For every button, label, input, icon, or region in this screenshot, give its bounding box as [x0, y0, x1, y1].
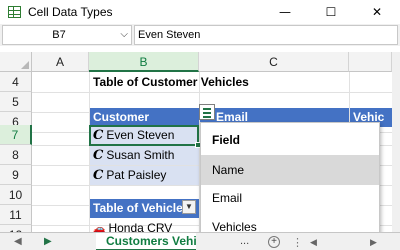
- column-header-d[interactable]: [349, 52, 392, 72]
- chevron-down-icon[interactable]: ⌵: [120, 29, 128, 40]
- tab-splitter-icon[interactable]: ⋮: [292, 236, 303, 249]
- column-header-b[interactable]: B: [89, 52, 199, 72]
- maximize-button[interactable]: ☐: [308, 0, 354, 24]
- sheet-tab-bar: ◀ ▶ Customers Vehicles ... + ⋮ ◀ ▶: [0, 232, 400, 250]
- close-icon: ✕: [371, 5, 383, 19]
- name-box[interactable]: B7 ⌵: [2, 25, 132, 45]
- row-header-9[interactable]: 9: [0, 165, 32, 185]
- formula-bar: B7 ⌵ Even Steven: [0, 24, 400, 46]
- spreadsheet-icon: [8, 6, 21, 18]
- dropdown-header: Field: [212, 133, 241, 147]
- more-sheets-button[interactable]: ...: [240, 235, 249, 247]
- window-title: Cell Data Types: [28, 5, 113, 19]
- minimize-icon: —: [279, 5, 291, 19]
- column-header-a[interactable]: A: [32, 52, 89, 72]
- row-header-8[interactable]: 8: [0, 145, 32, 165]
- title-bar: Cell Data Types — ☐ ✕: [0, 0, 400, 24]
- tab-scroll-right-icon[interactable]: ▶: [44, 236, 52, 247]
- linked-data-type-icon: C: [93, 168, 104, 183]
- dropdown-item-name[interactable]: Name: [201, 155, 379, 185]
- sheet-tab-customers-vehicles[interactable]: Customers Vehicles: [96, 233, 196, 250]
- row-header-10[interactable]: 10: [0, 185, 32, 205]
- insert-field-dropdown: Field Name Email Vehicles: [200, 122, 380, 242]
- select-all-corner[interactable]: [0, 52, 32, 72]
- row-header-11[interactable]: 11: [0, 205, 32, 225]
- name-box-value: B7: [52, 29, 66, 41]
- minimize-button[interactable]: —: [262, 0, 308, 24]
- cell-b9[interactable]: C Pat Paisley: [90, 166, 199, 185]
- row-header-4[interactable]: 4: [0, 72, 32, 92]
- row-header-7[interactable]: 7: [0, 125, 32, 145]
- add-sheet-icon[interactable]: +: [268, 236, 280, 248]
- row-header-12[interactable]: 12: [0, 225, 32, 232]
- cell-b8[interactable]: C Susan Smith: [90, 146, 199, 165]
- insert-data-button[interactable]: [199, 104, 215, 120]
- cell-b4[interactable]: Table of Customer Vehicles: [90, 73, 380, 92]
- filter-dropdown-icon[interactable]: ▼: [182, 200, 196, 214]
- tab-scroll-left-icon[interactable]: ◀: [14, 236, 22, 247]
- formula-input[interactable]: Even Steven: [134, 25, 398, 45]
- hscroll-right-icon[interactable]: ▶: [370, 237, 377, 248]
- cell-b9-value: Pat Paisley: [106, 168, 167, 182]
- dropdown-item-email[interactable]: Email: [201, 183, 379, 213]
- gridline: [32, 92, 392, 93]
- active-cell-border: [89, 125, 199, 146]
- close-button[interactable]: ✕: [354, 0, 400, 24]
- cell-b8-value: Susan Smith: [106, 148, 175, 162]
- row-header-5[interactable]: 5: [0, 92, 32, 112]
- insert-data-icon: [203, 108, 211, 110]
- maximize-icon: ☐: [325, 5, 337, 19]
- linked-data-type-icon: C: [93, 148, 104, 163]
- vertical-scrollbar[interactable]: [392, 52, 400, 232]
- hscroll-left-icon[interactable]: ◀: [310, 237, 317, 248]
- column-header-c[interactable]: C: [199, 52, 349, 72]
